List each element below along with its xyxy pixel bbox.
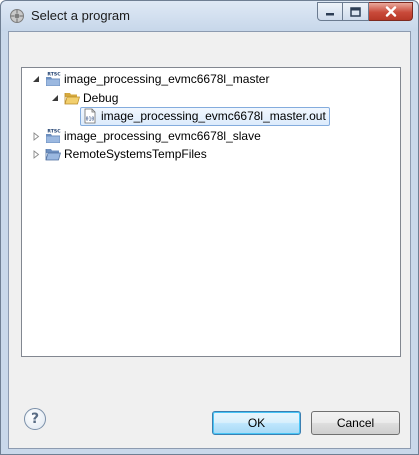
cancel-button[interactable]: Cancel — [311, 411, 400, 435]
tree-item-slave-project[interactable]: RTSC image_processing_evmc6678l_slave — [31, 127, 261, 145]
tree-item-label: image_processing_evmc6678l_master — [64, 72, 270, 86]
svg-text:010: 010 — [86, 117, 95, 123]
rtsc-project-icon: RTSC — [46, 71, 61, 86]
help-button[interactable]: ? — [24, 408, 46, 430]
dialog-content: RTSC image_processing_evmc6678l_master D… — [8, 31, 411, 449]
tree-item-master-project[interactable]: RTSC image_processing_evmc6678l_master — [31, 70, 269, 88]
title-bar[interactable]: Select a program — [1, 1, 418, 31]
collapsed-arrow-icon[interactable] — [31, 149, 41, 159]
minimize-icon — [326, 12, 334, 15]
selection-highlight: 010 image_processing_evmc6678l_master.ou… — [80, 106, 330, 126]
svg-text:RTSC: RTSC — [47, 72, 61, 78]
close-button[interactable] — [369, 2, 413, 21]
window-controls — [317, 2, 413, 22]
maximize-button[interactable] — [343, 2, 369, 21]
folder-project-icon — [45, 149, 61, 161]
collapsed-arrow-icon[interactable] — [31, 131, 41, 141]
expanded-arrow-icon[interactable] — [50, 93, 60, 103]
close-icon — [385, 6, 396, 17]
maximize-icon — [350, 6, 361, 17]
ok-button[interactable]: OK — [212, 411, 301, 435]
help-icon: ? — [30, 411, 40, 427]
tree-item-remote-systems[interactable]: RemoteSystemsTempFiles — [31, 145, 207, 163]
tree-item-debug-folder[interactable]: Debug — [50, 89, 118, 107]
window-title: Select a program — [31, 8, 130, 23]
minimize-button[interactable] — [317, 2, 343, 21]
eclipse-app-icon — [10, 9, 24, 23]
expanded-arrow-icon[interactable] — [31, 74, 41, 84]
rtsc-project-icon: RTSC — [46, 128, 61, 143]
tree-item-label: RemoteSystemsTempFiles — [64, 147, 207, 161]
tree-item-master-out-file[interactable]: 010 image_processing_evmc6678l_master.ou… — [80, 106, 330, 126]
tree-item-label: image_processing_evmc6678l_slave — [64, 129, 261, 143]
open-folder-icon — [64, 93, 80, 105]
dialog-window: Select a program RTSC image_processing_e… — [0, 0, 419, 455]
svg-text:RTSC: RTSC — [47, 129, 61, 135]
tree-item-label: Debug — [83, 91, 119, 105]
tree-item-label: image_processing_evmc6678l_master.out — [101, 109, 326, 123]
program-tree[interactable]: RTSC image_processing_evmc6678l_master D… — [21, 67, 401, 357]
binary-file-icon: 010 — [84, 108, 96, 124]
